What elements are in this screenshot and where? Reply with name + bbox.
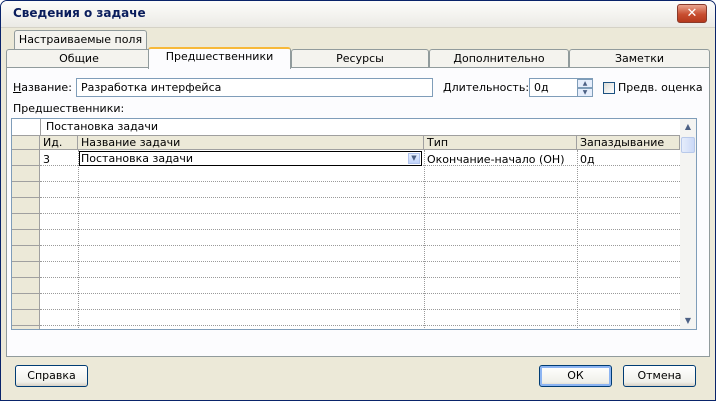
name-label: Название:	[13, 81, 72, 94]
window-title: Сведения о задаче	[13, 6, 146, 20]
table-row	[40, 309, 680, 310]
cell-edit-bar[interactable]: Постановка задачи	[12, 119, 680, 136]
column-divider	[424, 150, 425, 329]
tab-custom-fields[interactable]: Настраиваемые поля	[14, 30, 147, 49]
tab-general[interactable]: Общие	[6, 49, 152, 68]
row-selector[interactable]	[12, 166, 40, 182]
column-header-id[interactable]: Ид.	[40, 136, 78, 150]
predecessors-table[interactable]: Постановка задачи Ид. Название задачи Ти…	[11, 118, 697, 330]
help-button[interactable]: Справка	[15, 365, 88, 387]
tab-predecessors[interactable]: Предшественники	[148, 47, 291, 69]
column-divider	[577, 150, 578, 329]
table-row	[40, 197, 680, 198]
table-row	[40, 277, 680, 278]
ok-button[interactable]: ОК	[539, 365, 612, 387]
scroll-down-icon[interactable]: ▼	[680, 313, 696, 329]
predecessors-label: Предшественники:	[13, 102, 125, 115]
row-selector[interactable]	[12, 198, 40, 214]
column-header-type[interactable]: Тип	[424, 136, 577, 150]
task-name-value: Постановка задачи	[81, 152, 194, 165]
row-selector[interactable]	[12, 214, 40, 230]
title-bar[interactable]: Сведения о задаче ✕	[1, 1, 715, 28]
table-row	[40, 293, 680, 294]
scrollbar-thumb[interactable]	[681, 137, 695, 153]
row-selector-header	[12, 136, 40, 150]
tab-notes[interactable]: Заметки	[569, 49, 710, 68]
close-button[interactable]: ✕	[677, 4, 707, 23]
task-info-dialog: Сведения о задаче ✕ Настраиваемые поля О…	[0, 0, 716, 401]
row-selector[interactable]	[12, 182, 40, 198]
tab-resources[interactable]: Ресурсы	[291, 49, 429, 68]
task-name-combobox[interactable]: Постановка задачи ▼	[79, 151, 422, 166]
table-row	[40, 325, 680, 326]
row-lag-cell[interactable]: 0д	[580, 153, 595, 167]
row-selector[interactable]	[12, 310, 40, 326]
cancel-button[interactable]: Отмена	[623, 365, 696, 387]
row-selector[interactable]	[12, 150, 40, 166]
table-row	[40, 245, 680, 246]
column-divider	[78, 150, 79, 329]
tab-label: Предшественники	[165, 50, 274, 63]
name-field[interactable]: Разработка интерфейса	[76, 78, 433, 97]
spin-down-icon[interactable]: ▼	[577, 88, 593, 97]
ok-button-label: ОК	[567, 369, 584, 382]
table-row	[40, 229, 680, 230]
row-selector[interactable]	[12, 278, 40, 294]
column-header-lag[interactable]: Запаздывание	[577, 136, 680, 150]
close-icon: ✕	[686, 6, 698, 21]
row-selector[interactable]	[12, 230, 40, 246]
duration-label: Длительность:	[443, 81, 530, 94]
row-type-cell[interactable]: Окончание-начало (ОН)	[427, 153, 564, 167]
estimated-label: Предв. оценка	[618, 81, 703, 94]
row-id-cell[interactable]: 3	[43, 153, 50, 167]
table-row	[40, 181, 680, 182]
row-selector[interactable]	[12, 326, 40, 329]
spin-up-icon[interactable]: ▲	[577, 79, 593, 88]
row-selector[interactable]	[12, 246, 40, 262]
row-selector[interactable]	[12, 262, 40, 278]
column-header-name[interactable]: Название задачи	[78, 136, 424, 150]
table-row	[40, 261, 680, 262]
cancel-button-label: Отмена	[637, 369, 682, 382]
tab-label: Дополнительно	[453, 52, 545, 65]
table-row	[40, 213, 680, 214]
edit-bar-value: Постановка задачи	[46, 120, 159, 133]
scroll-up-icon[interactable]: ▲	[680, 119, 696, 135]
tab-label: Заметки	[614, 52, 665, 65]
estimated-checkbox[interactable]	[603, 82, 615, 94]
tab-label: Общие	[59, 52, 99, 65]
row-selector[interactable]	[12, 294, 40, 310]
tab-label: Ресурсы	[336, 52, 384, 65]
tab-advanced[interactable]: Дополнительно	[429, 49, 569, 68]
help-button-label: Справка	[27, 369, 76, 382]
vertical-scrollbar[interactable]: ▲ ▼	[680, 119, 696, 329]
chevron-down-icon[interactable]: ▼	[408, 153, 420, 164]
tab-label: Настраиваемые поля	[18, 33, 143, 46]
